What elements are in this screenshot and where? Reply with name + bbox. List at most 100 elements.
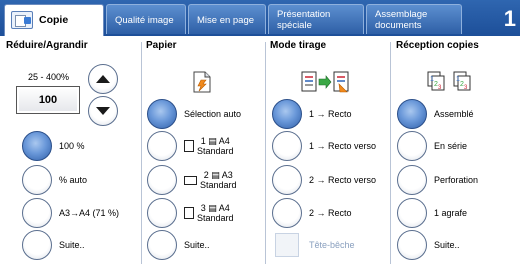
option-label: Tête-bêche bbox=[309, 240, 355, 250]
paper-heading: Papier bbox=[146, 40, 177, 51]
column-divider bbox=[265, 42, 266, 264]
tab-label-line2: spéciale bbox=[277, 20, 312, 31]
paper-size: A3 bbox=[221, 170, 233, 180]
reduce-option-100[interactable]: 100 % bbox=[22, 131, 85, 161]
portrait-paper-icon bbox=[184, 207, 194, 219]
arrow-up-icon bbox=[96, 75, 110, 83]
paper-type: Standard bbox=[197, 213, 234, 223]
option-label: 1 → Recto verso bbox=[309, 141, 377, 151]
option-label: A3→A4 (71 %) bbox=[59, 208, 120, 218]
paper-type: Standard bbox=[200, 180, 237, 190]
mode-option-1-recto-verso[interactable]: 1 → Recto verso bbox=[272, 131, 376, 161]
output-option-collated[interactable]: Assemblé bbox=[397, 99, 474, 129]
option-label: Assemblé bbox=[434, 109, 474, 119]
paper-option-tray-3[interactable]: 3 ▤ A4 Standard bbox=[147, 198, 234, 228]
tab-assemblage-documents[interactable]: Assemblage documents bbox=[366, 4, 462, 34]
output-option-more[interactable]: Suite.. bbox=[397, 230, 460, 260]
copy-icon bbox=[11, 11, 33, 29]
tab-label-line2: documents bbox=[375, 20, 422, 31]
tab-qualite-image[interactable]: Qualité image bbox=[106, 4, 186, 34]
tab-label-line1: Présentation bbox=[277, 9, 331, 20]
paper-size: A4 bbox=[218, 136, 230, 146]
column-divider bbox=[390, 42, 391, 264]
checkbox bbox=[275, 233, 299, 257]
paper-option-auto[interactable]: Sélection auto bbox=[147, 99, 241, 129]
mode-option-2-recto-verso[interactable]: 2 → Recto verso bbox=[272, 165, 376, 195]
mode-option-2-recto[interactable]: 2 → Recto bbox=[272, 198, 352, 228]
paper-option-more[interactable]: Suite.. bbox=[147, 230, 210, 260]
collated-sets-icon: 1 2 3 1 2 3 bbox=[427, 71, 471, 91]
landscape-paper-icon bbox=[184, 175, 197, 185]
paper-option-tray-2[interactable]: 2 ▤ A3 Standard bbox=[147, 165, 237, 195]
increase-button[interactable] bbox=[88, 64, 118, 94]
option-label: Suite.. bbox=[434, 240, 460, 250]
tab-label: Mise en page bbox=[197, 15, 255, 26]
radio-button bbox=[397, 198, 427, 228]
paper-tray-icon bbox=[193, 71, 211, 93]
reduce-option-a3-a4[interactable]: A3→A4 (71 %) bbox=[22, 198, 119, 228]
option-label: 1 → Recto bbox=[309, 109, 352, 119]
page-indicator: 1 bbox=[503, 6, 516, 31]
paper-option-tray-1[interactable]: 1 ▤ A4 Standard bbox=[147, 131, 234, 161]
radio-button bbox=[147, 230, 177, 260]
head-to-head-checkbox[interactable]: Tête-bêche bbox=[272, 230, 355, 260]
arrow-down-icon bbox=[96, 107, 110, 115]
tab-label: Copie bbox=[39, 14, 69, 26]
option-label: Suite.. bbox=[59, 240, 85, 250]
radio-button bbox=[272, 131, 302, 161]
tab-bar: Copie Qualité image Mise en page Présent… bbox=[0, 0, 520, 36]
radio-button bbox=[397, 230, 427, 260]
duplex-icon bbox=[301, 71, 349, 93]
radio-button bbox=[397, 165, 427, 195]
radio-button bbox=[272, 165, 302, 195]
option-label: 1 agrafe bbox=[434, 208, 468, 218]
tray-number: 3 bbox=[200, 203, 206, 213]
column-divider bbox=[141, 42, 142, 264]
radio-button bbox=[22, 165, 52, 195]
mode-option-1-recto[interactable]: 1 → Recto bbox=[272, 99, 352, 129]
option-label: 2 → Recto bbox=[309, 208, 352, 218]
option-label: En série bbox=[434, 141, 468, 151]
radio-button bbox=[272, 198, 302, 228]
reduce-range-text: 25 - 400% bbox=[28, 72, 70, 82]
radio-button bbox=[22, 131, 52, 161]
option-label: % auto bbox=[59, 175, 88, 185]
option-label: 2 → Recto verso bbox=[309, 175, 377, 185]
tab-copie[interactable]: Copie bbox=[4, 4, 104, 36]
tab-mise-en-page[interactable]: Mise en page bbox=[188, 4, 266, 34]
tab-presentation-speciale[interactable]: Présentation spéciale bbox=[268, 4, 364, 34]
portrait-paper-icon bbox=[184, 140, 194, 152]
option-label: Sélection auto bbox=[184, 109, 242, 119]
radio-button bbox=[147, 198, 177, 228]
radio-button bbox=[147, 131, 177, 161]
tab-label-line1: Assemblage bbox=[375, 9, 428, 20]
radio-button bbox=[147, 99, 177, 129]
reduce-option-more[interactable]: Suite.. bbox=[22, 230, 85, 260]
output-option-uncollated[interactable]: En série bbox=[397, 131, 467, 161]
decrease-button[interactable] bbox=[88, 96, 118, 126]
output-option-punch[interactable]: Perforation bbox=[397, 165, 478, 195]
output-option-1-staple[interactable]: 1 agrafe bbox=[397, 198, 467, 228]
radio-button bbox=[147, 165, 177, 195]
paper-type: Standard bbox=[197, 146, 234, 156]
reduce-enlarge-heading: Réduire/Agrandir bbox=[6, 40, 88, 51]
mode-heading: Mode tirage bbox=[270, 40, 327, 51]
tab-label: Qualité image bbox=[115, 15, 174, 26]
option-label: 1 ▤ A4 Standard bbox=[184, 136, 234, 156]
reduce-option-auto[interactable]: % auto bbox=[22, 165, 87, 195]
option-label: 100 % bbox=[59, 141, 85, 151]
radio-button bbox=[272, 99, 302, 129]
radio-button bbox=[397, 131, 427, 161]
radio-button bbox=[22, 198, 52, 228]
radio-button bbox=[22, 230, 52, 260]
paper-size: A4 bbox=[218, 203, 230, 213]
radio-button bbox=[397, 99, 427, 129]
option-label: Suite.. bbox=[184, 240, 210, 250]
option-label: Perforation bbox=[434, 175, 479, 185]
output-heading: Réception copies bbox=[396, 40, 479, 51]
tray-number: 1 bbox=[200, 136, 206, 146]
option-label: 2 ▤ A3 Standard bbox=[184, 170, 237, 190]
tray-number: 2 bbox=[203, 170, 209, 180]
option-label: 3 ▤ A4 Standard bbox=[184, 203, 234, 223]
reduce-value-field[interactable]: 100 bbox=[16, 86, 80, 114]
